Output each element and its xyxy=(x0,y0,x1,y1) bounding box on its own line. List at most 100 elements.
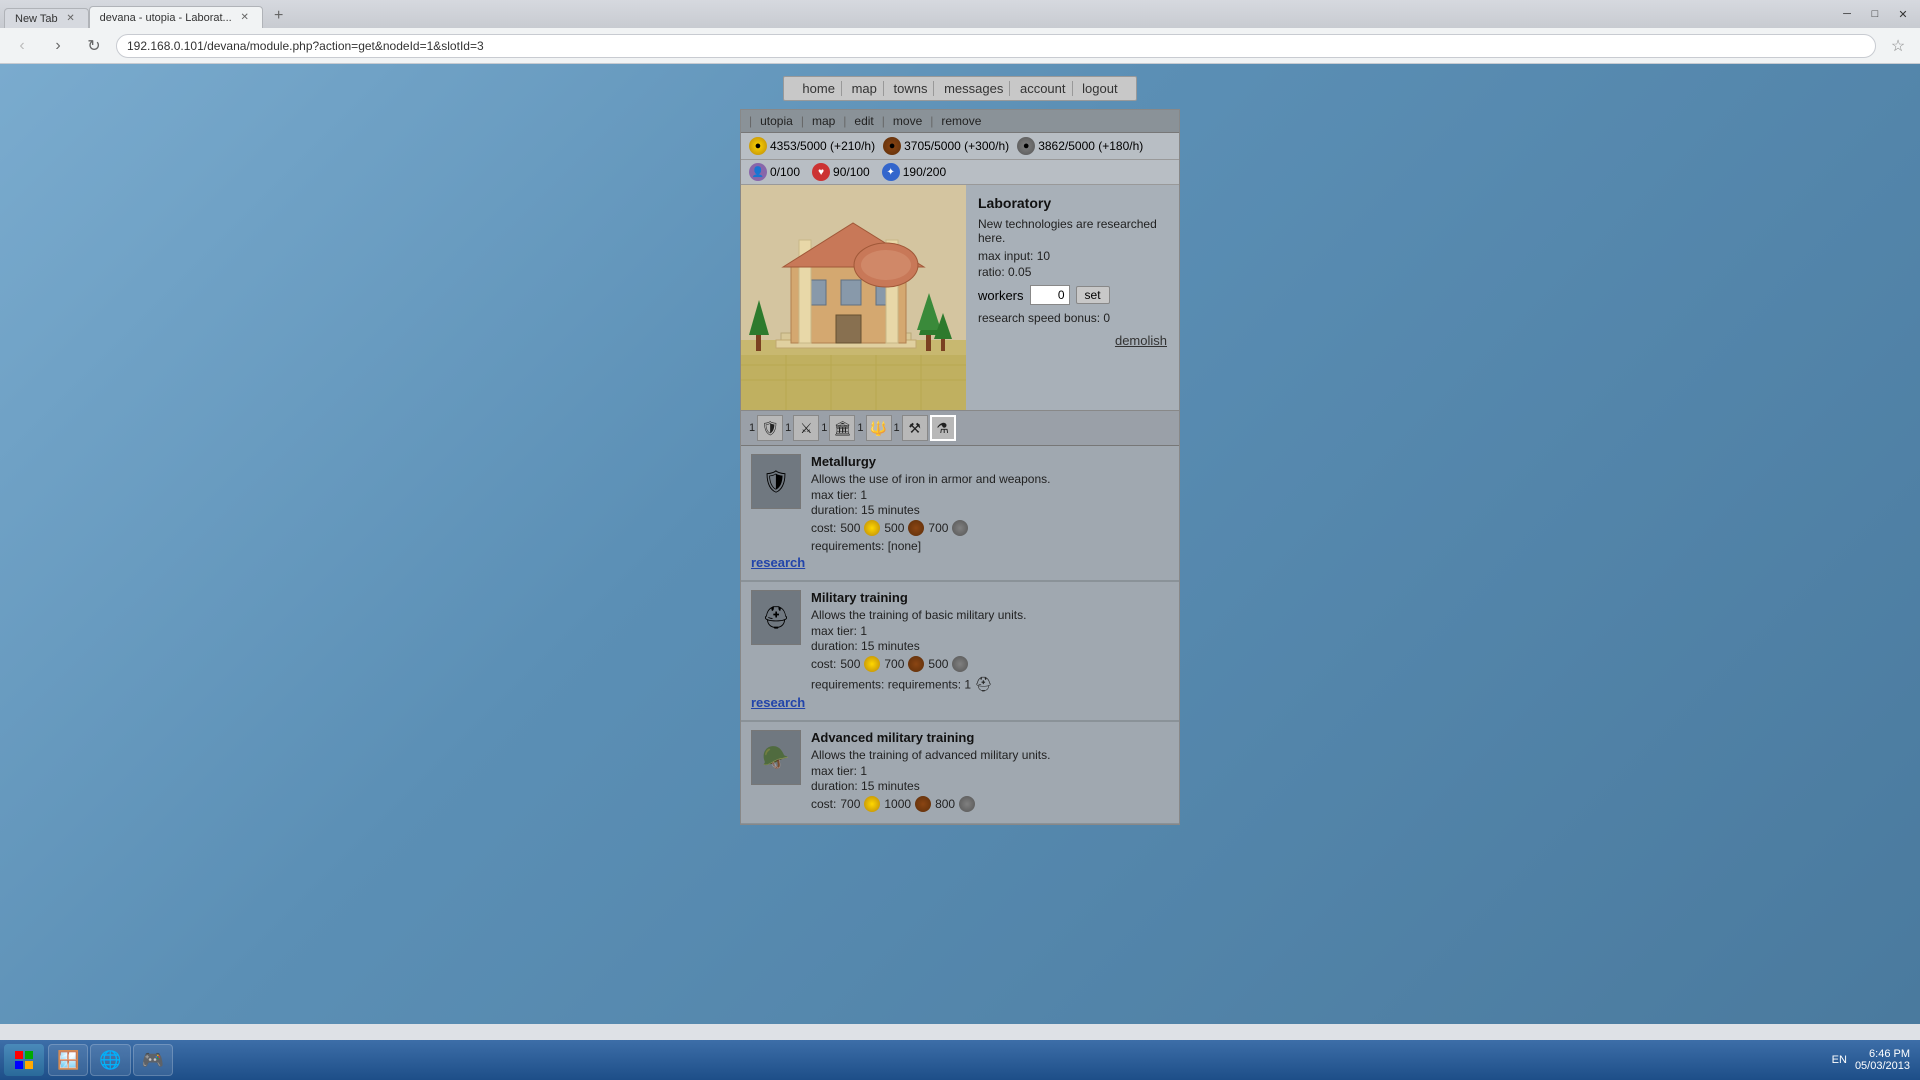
slot-1-num: 1 xyxy=(749,422,755,434)
stone-cost-icon-m xyxy=(952,656,968,672)
stone-value: 3862/5000 (+180/h) xyxy=(1038,139,1143,153)
taskbar-item-chrome[interactable]: 🌐 xyxy=(90,1044,130,1076)
taskbar-items: 🪟 🌐 🎮 xyxy=(48,1044,173,1076)
set-workers-button[interactable]: set xyxy=(1076,286,1110,304)
population-value: 0/100 xyxy=(770,165,800,179)
tech-advanced-name: Advanced military training xyxy=(811,730,1169,745)
header-sep: | xyxy=(749,114,752,128)
gold-icon: ● xyxy=(749,137,767,155)
tech-advanced-tier: max tier: 1 xyxy=(811,764,1169,778)
tech-advanced-icon: 🪖 xyxy=(751,730,801,785)
slot-2-num: 1 xyxy=(785,422,791,434)
nav-map[interactable]: map xyxy=(846,81,884,96)
req-helmet-icon: ⛑ xyxy=(974,675,992,693)
cost-gold-a: 700 xyxy=(840,797,860,811)
tab-active[interactable]: devana - utopia - Laborat... ✕ xyxy=(89,6,263,28)
tech-advanced-desc: Allows the training of advanced military… xyxy=(811,748,1169,762)
nav-home[interactable]: home xyxy=(796,81,842,96)
language-indicator: EN xyxy=(1832,1054,1847,1066)
tab-label: New Tab xyxy=(15,13,58,25)
nav-logout[interactable]: logout xyxy=(1076,81,1123,96)
clock: 6:46 PM 05/03/2013 xyxy=(1855,1048,1910,1072)
panel-header: | utopia | map | edit | move | remove xyxy=(741,110,1179,133)
tab-close-btn[interactable]: ✕ xyxy=(64,12,78,26)
address-input[interactable] xyxy=(116,34,1876,58)
tab-label-active: devana - utopia - Laborat... xyxy=(100,12,232,24)
building-info: Laboratory New technologies are research… xyxy=(966,185,1179,410)
research-military-link[interactable]: research xyxy=(751,693,805,712)
taskbar-item-game[interactable]: 🎮 xyxy=(133,1044,173,1076)
slot-3-num: 1 xyxy=(821,422,827,434)
research-metallurgy-link[interactable]: research xyxy=(751,553,805,572)
header-link-utopia[interactable]: utopia xyxy=(760,114,793,128)
tech-military-inner: ⛑ Military training Allows the training … xyxy=(751,590,1169,693)
minimize-button[interactable]: ─ xyxy=(1834,4,1860,24)
slot-5[interactable]: 1 ⚒ xyxy=(894,415,928,441)
nav-towns[interactable]: towns xyxy=(888,81,935,96)
stat-hp: ♥ 90/100 xyxy=(812,163,870,181)
slot-5-icon: ⚒ xyxy=(902,415,928,441)
slot-2-icon: ⚔ xyxy=(793,415,819,441)
reload-button[interactable]: ↻ xyxy=(80,32,108,60)
nav-messages[interactable]: messages xyxy=(938,81,1010,96)
tech-metallurgy: 🛡 Metallurgy Allows the use of iron in a… xyxy=(741,446,1179,581)
cost-stone-m: 500 xyxy=(928,657,948,671)
building-image xyxy=(741,185,966,410)
back-button[interactable]: ‹ xyxy=(8,32,36,60)
header-link-remove[interactable]: remove xyxy=(941,114,981,128)
tech-military-req: requirements: requirements: 1 ⛑ xyxy=(811,675,1169,693)
stat-mana: ✦ 190/200 xyxy=(882,163,946,181)
forward-button[interactable]: › xyxy=(44,32,72,60)
taskbar-item-explorer[interactable]: 🪟 xyxy=(48,1044,88,1076)
header-sep5: | xyxy=(930,114,933,128)
system-tray: EN xyxy=(1832,1054,1847,1066)
tech-advanced-details: Advanced military training Allows the tr… xyxy=(811,730,1169,815)
tab-bar: New Tab ✕ devana - utopia - Laborat... ✕… xyxy=(4,0,291,28)
slot-1[interactable]: 1 🛡 xyxy=(749,415,783,441)
tech-military-duration: duration: 15 minutes xyxy=(811,639,1169,653)
stat-population: 👤 0/100 xyxy=(749,163,800,181)
resource-gold: ● 4353/5000 (+210/h) xyxy=(749,137,875,155)
tech-advanced-inner: 🪖 Advanced military training Allows the … xyxy=(751,730,1169,815)
cost-label-m: cost: xyxy=(811,657,836,671)
title-bar: New Tab ✕ devana - utopia - Laborat... ✕… xyxy=(0,0,1920,28)
req-text: requirements: xyxy=(811,678,888,692)
building-name: Laboratory xyxy=(978,195,1167,211)
resources-bar: ● 4353/5000 (+210/h) ● 3705/5000 (+300/h… xyxy=(741,133,1179,160)
header-link-map[interactable]: map xyxy=(812,114,835,128)
tech-advanced-military: 🪖 Advanced military training Allows the … xyxy=(741,722,1179,824)
close-button[interactable]: ✕ xyxy=(1890,4,1916,24)
stone-cost-icon-a xyxy=(959,796,975,812)
game-navigation: home map towns messages account logout xyxy=(0,64,1920,109)
slot-6-active[interactable]: ⚗ xyxy=(930,415,956,441)
population-icon: 👤 xyxy=(749,163,767,181)
tab-new-tab[interactable]: New Tab ✕ xyxy=(4,8,89,28)
header-link-move[interactable]: move xyxy=(893,114,922,128)
wood-cost-icon xyxy=(908,520,924,536)
bookmark-button[interactable]: ☆ xyxy=(1884,32,1912,60)
cost-gold-m: 500 xyxy=(840,657,860,671)
building-max-input: max input: 10 xyxy=(978,249,1167,263)
slot-3-icon: 🏛 xyxy=(829,415,855,441)
gold-cost-icon-m xyxy=(864,656,880,672)
tech-metallurgy-name: Metallurgy xyxy=(811,454,1169,469)
tech-metallurgy-duration: duration: 15 minutes xyxy=(811,503,1169,517)
slot-5-num: 1 xyxy=(894,422,900,434)
req-count: requirements: 1 xyxy=(888,678,971,692)
tech-metallurgy-inner: 🛡 Metallurgy Allows the use of iron in a… xyxy=(751,454,1169,553)
technology-list: 🛡 Metallurgy Allows the use of iron in a… xyxy=(741,446,1179,824)
maximize-button[interactable]: □ xyxy=(1862,4,1888,24)
start-button[interactable] xyxy=(4,1044,44,1076)
workers-input[interactable] xyxy=(1030,285,1070,305)
taskbar: 🪟 🌐 🎮 EN 6:46 PM 05/03/2013 xyxy=(0,1040,1920,1080)
header-link-edit[interactable]: edit xyxy=(854,114,873,128)
tab-close-active-btn[interactable]: ✕ xyxy=(238,11,252,25)
clock-date: 05/03/2013 xyxy=(1855,1060,1910,1072)
slot-3[interactable]: 1 🏛 xyxy=(821,415,855,441)
slot-2[interactable]: 1 ⚔ xyxy=(785,415,819,441)
new-tab-button[interactable]: + xyxy=(267,4,291,28)
nav-account[interactable]: account xyxy=(1014,81,1073,96)
slot-4[interactable]: 1 🔱 xyxy=(857,415,891,441)
header-sep4: | xyxy=(882,114,885,128)
demolish-link[interactable]: demolish xyxy=(1115,333,1167,348)
